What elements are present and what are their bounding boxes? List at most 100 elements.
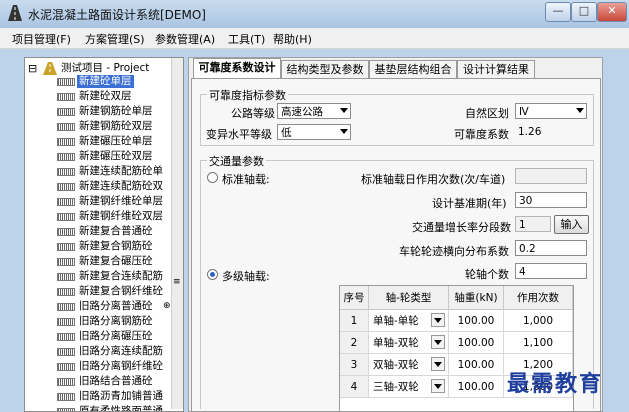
tree-item[interactable]: 新建复合碾压砼 (25, 255, 171, 268)
tree-item-label: 新建钢筋砼双层 (79, 120, 153, 132)
tab-structure[interactable]: 结构类型及参数 (281, 60, 369, 78)
variation-label: 变异水平等级 (206, 128, 272, 141)
menu-tools[interactable]: 工具(T) (228, 31, 265, 47)
table-cell-idx: 1 (340, 310, 369, 332)
tree-item[interactable]: 新建砼双层 (25, 90, 171, 103)
multi-axle-label: 多级轴载: (222, 270, 270, 283)
natural-zone-select[interactable]: Ⅳ (515, 103, 587, 119)
tree-item[interactable]: 新建钢纤维砼单层 (25, 195, 171, 208)
tree-item[interactable]: 原有柔性路面普通 (25, 405, 171, 411)
reliability-coef-value: 1.26 (515, 124, 587, 140)
tree-item[interactable]: 新建钢纤维砼双层 (25, 210, 171, 223)
tree-item[interactable]: 新建连续配筋砼单 (25, 165, 171, 178)
axle-type-value: 单轴-单轮 (373, 315, 419, 327)
chevron-down-icon[interactable] (431, 335, 445, 349)
tree-item[interactable]: 新建碾压砼双层 (25, 150, 171, 163)
layer-icon (57, 273, 75, 281)
reliability-section-title: 可靠度指标参数 (207, 87, 288, 103)
layer-icon (57, 78, 75, 86)
chevron-down-icon[interactable] (431, 357, 445, 371)
tree-item[interactable]: 新建钢筋砼单层 (25, 105, 171, 118)
variation-select[interactable]: 低 (277, 124, 351, 140)
table-cell-weight[interactable]: 100.00 (449, 376, 504, 398)
tree-item[interactable]: 旧路分离钢筋砼 (25, 315, 171, 328)
minimize-button[interactable]: — (545, 2, 571, 22)
road-grade-value: 高速公路 (281, 106, 323, 118)
tree-item[interactable]: 新建复合连续配筋 (25, 270, 171, 283)
tree-item[interactable]: 旧路分离连续配筋 (25, 345, 171, 358)
tree-item-label: 新建复合钢筋砼 (79, 240, 153, 252)
tree-collapse-icon[interactable]: ⊟ (28, 62, 37, 75)
axle-type-value: 双轴-双轮 (373, 359, 419, 371)
layer-icon (57, 378, 75, 386)
road-grade-select[interactable]: 高速公路 (277, 103, 351, 119)
tree-item[interactable]: 新建复合钢筋砼 (25, 240, 171, 253)
col-header-type: 轴-轮类型 (369, 286, 449, 310)
menu-params[interactable]: 参数管理(A) (155, 31, 215, 47)
menu-help[interactable]: 帮助(H) (273, 31, 312, 47)
growth-segments-input[interactable]: 1 (515, 216, 551, 232)
tree-item-label: 旧路分离连续配筋 (79, 345, 163, 357)
tree-root-label: 测试项目 - Project (61, 62, 150, 74)
daily-load-input[interactable] (515, 168, 587, 184)
tab-reliability[interactable]: 可靠度系数设计 (193, 58, 281, 79)
multi-axle-radio[interactable] (207, 269, 218, 280)
tree-item[interactable]: 新建钢筋砼双层 (25, 120, 171, 133)
chevron-down-icon[interactable] (431, 313, 445, 327)
tree-item-label: 新建复合普通砼 (79, 225, 153, 237)
tree-item-label: 新建连续配筋砼双 (79, 180, 163, 192)
close-button[interactable]: ✕ (597, 2, 627, 22)
tree-item[interactable]: 旧路分离钢纤维砼 (25, 360, 171, 373)
table-cell-type[interactable]: 单轴-单轮 (369, 310, 449, 332)
tree-item[interactable]: 新建复合钢纤维砼 (25, 285, 171, 298)
expand-icon[interactable]: ⊕ (163, 300, 171, 313)
layer-icon (57, 258, 75, 266)
tree-item[interactable]: 新建连续配筋砼双 (25, 180, 171, 193)
reliability-coef-label: 可靠度系数 (454, 128, 509, 141)
layer-icon (57, 288, 75, 296)
lateral-coef-input[interactable]: 0.2 (515, 240, 587, 256)
maximize-button[interactable]: □ (571, 2, 597, 22)
col-header-index: 序号 (340, 286, 369, 310)
table-cell-weight[interactable]: 100.00 (449, 354, 504, 376)
layer-icon (57, 183, 75, 191)
tree-item[interactable]: 旧路分离普通砼 ⊕ (25, 300, 171, 313)
design-period-label: 设计基准期(年) (432, 197, 507, 210)
menu-scheme[interactable]: 方案管理(S) (85, 31, 145, 47)
table-cell-weight[interactable]: 100.00 (449, 332, 504, 354)
standard-axle-label: 标准轴载: (222, 173, 270, 186)
table-cell-type[interactable]: 双轴-双轮 (369, 354, 449, 376)
layer-icon (57, 168, 75, 176)
tree-scrollbar[interactable] (171, 58, 183, 409)
standard-axle-radio[interactable] (207, 172, 218, 183)
table-cell-count[interactable]: 1,000 (504, 310, 573, 332)
table-cell-type[interactable]: 单轴-双轮 (369, 332, 449, 354)
road-grade-label: 公路等级 (231, 107, 275, 120)
menu-project[interactable]: 项目管理(F) (12, 31, 71, 47)
tab-results[interactable]: 设计计算结果 (457, 60, 535, 78)
design-period-input[interactable]: 30 (515, 192, 587, 208)
layer-icon (57, 243, 75, 251)
tab-base-layer[interactable]: 基垫层结构组合 (369, 60, 457, 78)
chevron-down-icon[interactable] (431, 379, 445, 393)
col-header-weight: 轴重(kN) (449, 286, 504, 310)
axle-count-input[interactable]: 4 (515, 263, 587, 279)
tree-item-label: 旧路分离普通砼 (79, 300, 153, 312)
tree-item[interactable]: 新建碾压砼单层 (25, 135, 171, 148)
layer-icon (57, 408, 75, 411)
scroll-grip-icon[interactable]: ≡ (173, 278, 181, 287)
table-cell-type[interactable]: 三轴-双轮 (369, 376, 449, 398)
tree-item[interactable]: 新建复合普通砼 (25, 225, 171, 238)
input-button[interactable]: 输入 (554, 215, 589, 234)
table-cell-weight[interactable]: 100.00 (449, 310, 504, 332)
table-cell-count[interactable]: 1,100 (504, 332, 573, 354)
project-tree[interactable]: ⊟ 测试项目 - Project 新建砼单层新建砼双层新建钢筋砼单层新建钢筋砼双… (24, 57, 184, 412)
tree-item[interactable]: 旧路沥青加铺普通 (25, 390, 171, 403)
tree-item[interactable]: 新建砼单层 (25, 75, 171, 88)
tree-item[interactable]: 旧路结合普通砼 (25, 375, 171, 388)
layer-icon (57, 123, 75, 131)
window-title: 水泥混凝土路面设计系统[DEMO] (28, 8, 206, 22)
lateral-coef-label: 车轮轮迹横向分布系数 (399, 245, 509, 258)
layer-icon (57, 138, 75, 146)
tree-item[interactable]: 旧路分离碾压砼 (25, 330, 171, 343)
